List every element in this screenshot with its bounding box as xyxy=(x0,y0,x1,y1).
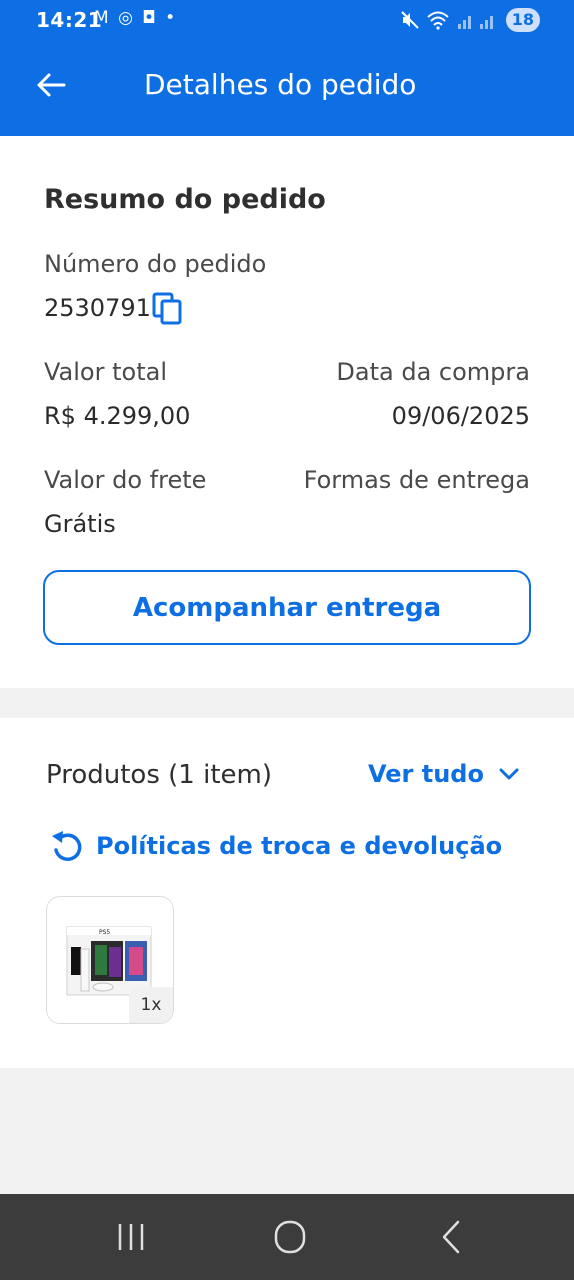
see-all-button[interactable]: Ver tudo xyxy=(368,760,520,788)
signal-icon xyxy=(457,16,493,29)
return-policy-link[interactable]: Políticas de troca e devolução xyxy=(48,828,502,864)
delivery-method-label: Formas de entrega xyxy=(303,466,530,494)
wifi-icon xyxy=(427,11,449,30)
back-arrow-icon[interactable] xyxy=(34,68,68,102)
order-summary-card: Resumo do pedido Número do pedido 253079… xyxy=(0,136,574,688)
app-bar: 14:21 M ◎ ◘ • 18 Detalhes do pedido xyxy=(0,0,574,136)
track-delivery-button[interactable]: Acompanhar entrega xyxy=(43,570,531,645)
product-thumbnail[interactable]: PS5 1x xyxy=(46,896,174,1024)
battery-indicator: 18 xyxy=(505,8,540,32)
order-number-label: Número do pedido xyxy=(44,250,267,278)
home-icon[interactable] xyxy=(270,1218,310,1258)
products-card: Produtos (1 item) Ver tudo Políticas de … xyxy=(0,718,574,1068)
shipping-label: Valor do frete xyxy=(44,466,207,494)
total-label: Valor total xyxy=(44,358,167,386)
page-title: Detalhes do pedido xyxy=(144,68,417,101)
chevron-down-icon xyxy=(499,768,519,780)
svg-text:PS5: PS5 xyxy=(99,929,110,936)
products-title: Produtos (1 item) xyxy=(46,760,272,790)
back-nav-icon[interactable] xyxy=(432,1218,472,1258)
recent-apps-icon[interactable] xyxy=(112,1218,152,1258)
return-policy-label: Políticas de troca e devolução xyxy=(96,832,503,860)
status-right-icons: 18 xyxy=(400,8,540,32)
mute-icon xyxy=(401,11,419,29)
notification-icons: M ◎ ◘ • xyxy=(94,8,178,28)
undo-icon xyxy=(52,831,82,861)
purchase-date-label: Data da compra xyxy=(336,358,530,386)
summary-title: Resumo do pedido xyxy=(44,184,326,215)
copy-icon[interactable] xyxy=(152,292,184,326)
see-all-label: Ver tudo xyxy=(368,760,484,788)
purchase-date-value: 09/06/2025 xyxy=(391,402,530,430)
order-number-value: 2530791 xyxy=(44,294,151,322)
status-time: 14:21 xyxy=(36,8,103,32)
quantity-badge: 1x xyxy=(129,987,173,1023)
shipping-value: Grátis xyxy=(44,510,116,538)
total-value: R$ 4.299,00 xyxy=(44,402,191,430)
system-nav-bar xyxy=(0,1194,574,1280)
status-bar: 14:21 M ◎ ◘ • 18 xyxy=(0,0,574,40)
